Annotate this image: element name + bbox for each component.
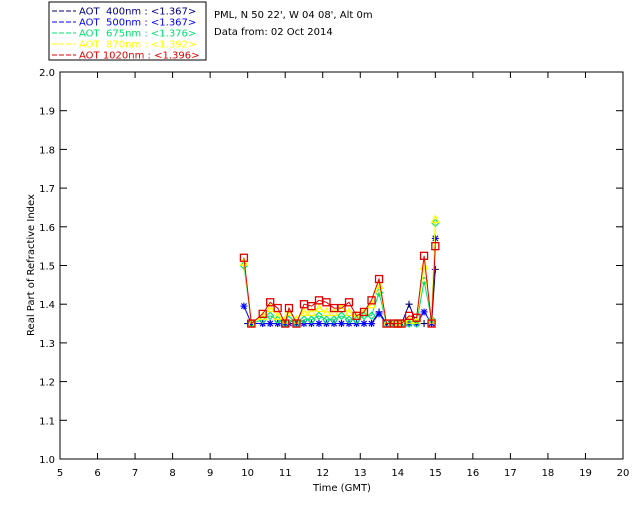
x-axis-label: Time (GMT) (312, 483, 371, 494)
refractive-index-chart: AOT 400nm : <1.367>AOT 500nm : <1.367>AO… (26, 1, 629, 494)
y-tick-label: 1.4 (39, 300, 55, 311)
plot-frame (59, 71, 624, 460)
legend-entry: AOT 675nm : <1.376> (79, 29, 196, 40)
data-point (360, 320, 368, 328)
legend-entry: AOT 870nm : <1.392> (79, 40, 196, 51)
data-point (368, 320, 376, 328)
y-tick-label: 1.7 (39, 184, 55, 195)
x-tick-label: 19 (579, 468, 592, 479)
y-tick-label: 1.0 (39, 455, 55, 466)
y-tick-label: 1.2 (39, 378, 55, 389)
series-2 (240, 234, 439, 328)
y-tick-label: 1.3 (39, 339, 55, 350)
data-point (431, 234, 439, 242)
legend: AOT 400nm : <1.367>AOT 500nm : <1.367>AO… (48, 1, 207, 62)
y-tick-label: 1.5 (39, 262, 55, 273)
data-point (375, 310, 383, 318)
plot-area (239, 214, 440, 328)
x-tick-label: 13 (354, 468, 367, 479)
data-point (420, 320, 428, 328)
legend-entry: AOT 500nm : <1.367> (79, 18, 196, 29)
x-tick-label: 17 (504, 468, 517, 479)
x-tick-label: 15 (429, 468, 442, 479)
axes: 5 6 7 8 9 10 11 12 13 14 15 16 17 18 19 20 1.0 1.1 1.2 1.3 1… (39, 68, 629, 479)
data-point (338, 320, 345, 328)
legend-entry: AOT 400nm : <1.367> (79, 7, 196, 18)
data-point (315, 320, 323, 328)
x-tick-label: 18 (542, 468, 555, 479)
y-axis-label: Real Part of Refractive Index (26, 194, 37, 336)
data-point (420, 308, 428, 316)
x-tick-label: 5 (57, 468, 63, 479)
data-point (266, 320, 274, 328)
date-info: Data from: 02 Oct 2014 (214, 27, 333, 38)
x-tick-label: 14 (391, 468, 404, 479)
y-tick-label: 1.8 (39, 145, 55, 156)
x-tick-label: 9 (207, 468, 213, 479)
x-tick-label: 7 (132, 468, 138, 479)
station-info: PML, N 50 22', W 04 08', Alt 0m (214, 10, 373, 21)
series-3 (239, 218, 440, 328)
y-tick-label: 1.1 (39, 416, 55, 427)
y-tick-label: 2.0 (39, 68, 55, 79)
x-tick-label: 11 (279, 468, 292, 479)
y-tick-label: 1.9 (39, 107, 55, 118)
x-tick-label: 6 (94, 468, 100, 479)
data-point (405, 300, 413, 308)
x-tick-label: 12 (316, 468, 329, 479)
data-point (240, 302, 248, 310)
x-tick-label: 16 (466, 468, 479, 479)
x-tick-label: 8 (169, 468, 175, 479)
x-tick-label: 10 (241, 468, 254, 479)
y-tick-label: 1.6 (39, 223, 55, 234)
legend-entry: AOT 1020nm : <1.396> (79, 51, 199, 62)
series-4 (239, 214, 440, 328)
x-tick-label: 20 (617, 468, 630, 479)
